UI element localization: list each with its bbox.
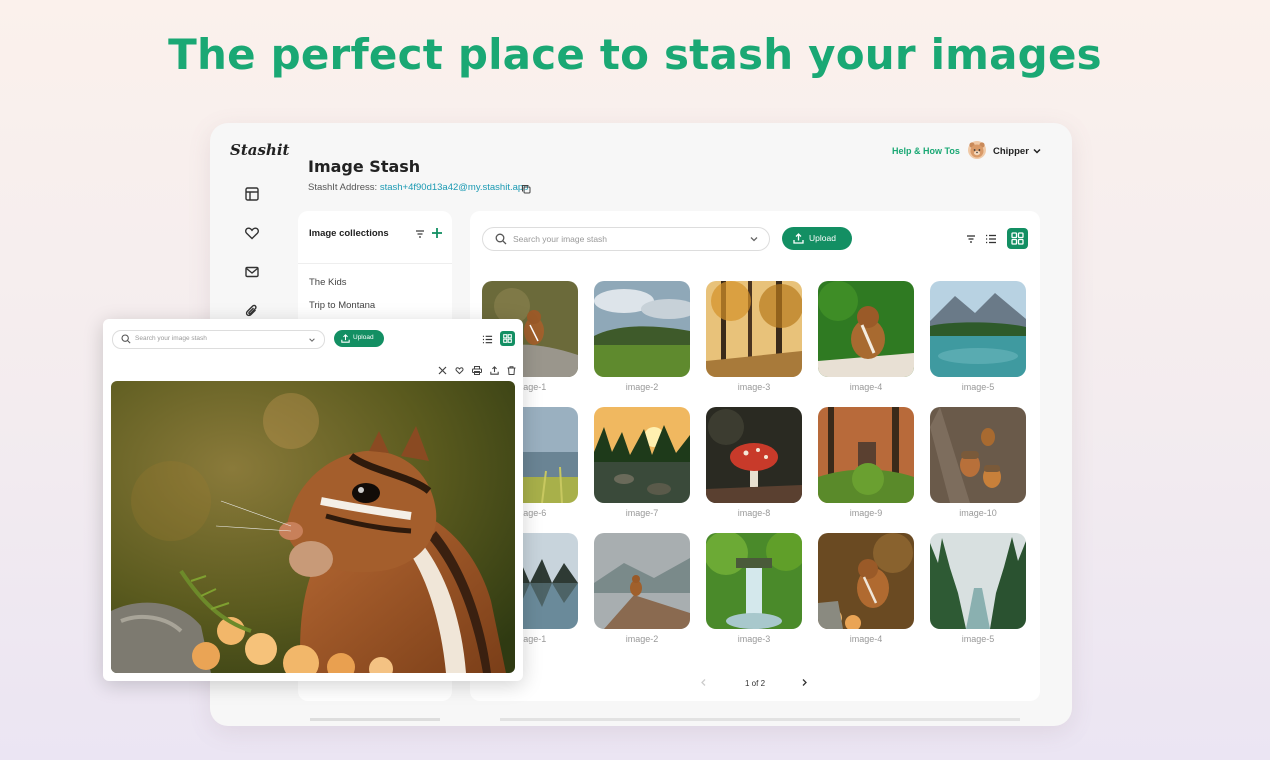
upload-icon <box>341 334 350 343</box>
image-thumbnail[interactable] <box>594 533 690 629</box>
app-logo[interactable]: Stashit <box>230 141 289 159</box>
grid-view-icon <box>1011 232 1024 245</box>
image-thumbnail[interactable] <box>594 281 690 377</box>
print-icon[interactable] <box>472 366 482 375</box>
image-label: image-2 <box>625 382 659 392</box>
chipmunk-closeup-image <box>111 381 515 673</box>
waterfall-image <box>706 533 802 629</box>
chipmunk-green-image <box>818 281 914 377</box>
autumn-forest-image <box>706 281 802 377</box>
search-icon <box>495 233 507 245</box>
selected-image[interactable] <box>111 381 515 673</box>
sort-icon[interactable] <box>966 234 976 244</box>
mushroom-image <box>706 407 802 503</box>
image-label: image-2 <box>625 634 659 644</box>
collection-item[interactable]: The Kids <box>309 277 347 288</box>
image-label: image-7 <box>625 508 659 518</box>
grid-view-icon <box>503 334 512 343</box>
image-label: image-4 <box>849 634 883 644</box>
chevron-down-icon[interactable] <box>749 234 759 244</box>
upload-button[interactable]: Upload <box>782 227 852 250</box>
filter-icon[interactable] <box>415 229 425 239</box>
image-label: image-10 <box>959 508 997 518</box>
viewer-grid-view-button[interactable] <box>500 331 515 346</box>
image-label: image-9 <box>849 508 883 518</box>
search-icon <box>121 334 131 344</box>
image-thumbnail[interactable] <box>706 281 802 377</box>
divider <box>298 263 452 264</box>
share-icon[interactable] <box>490 366 499 375</box>
collections-title: Image collections <box>309 228 389 239</box>
chevron-down-icon[interactable] <box>308 336 316 344</box>
mossy-forest-image <box>818 407 914 503</box>
image-thumbnail[interactable] <box>594 407 690 503</box>
image-thumbnail[interactable] <box>930 281 1026 377</box>
help-link[interactable]: Help & How Tos <box>892 146 960 156</box>
viewer-search-input[interactable]: Search your image stash <box>112 330 325 349</box>
image-thumbnail[interactable] <box>930 533 1026 629</box>
mountain-lake-image <box>930 281 1026 377</box>
gallery-panel: Search your image stash Upload image-1 im… <box>470 211 1040 701</box>
search-placeholder: Search your image stash <box>513 234 608 244</box>
stash-address: StashIt Address: stash+4f90d13a42@my.sta… <box>308 182 528 193</box>
copy-icon[interactable] <box>521 184 531 194</box>
image-thumbnail[interactable] <box>818 533 914 629</box>
chevron-right-icon[interactable] <box>800 678 809 687</box>
grid-view-button[interactable] <box>1007 228 1028 249</box>
stash-address-label: StashIt Address: <box>308 182 380 193</box>
image-thumbnail[interactable] <box>818 407 914 503</box>
meadow-image <box>594 281 690 377</box>
viewer-upload-label: Upload <box>353 334 374 341</box>
layout-icon[interactable] <box>244 186 260 202</box>
mail-icon[interactable] <box>244 264 260 280</box>
chevron-down-icon[interactable] <box>1032 146 1042 156</box>
acorns-image <box>930 407 1026 503</box>
heart-icon[interactable] <box>244 225 260 241</box>
chevron-left-icon[interactable] <box>699 678 708 687</box>
viewer-search-placeholder: Search your image stash <box>135 335 207 342</box>
search-input[interactable]: Search your image stash <box>482 227 770 251</box>
page-title: Image Stash <box>308 157 421 176</box>
list-view-icon[interactable] <box>985 233 997 245</box>
viewer-upload-button[interactable]: Upload <box>334 330 384 347</box>
add-collection-icon[interactable] <box>431 227 443 239</box>
pagination-text: 1 of 2 <box>745 679 766 688</box>
image-label: image-5 <box>961 634 995 644</box>
list-view-icon[interactable] <box>482 334 493 345</box>
trash-icon[interactable] <box>507 366 516 375</box>
image-label: image-8 <box>737 508 771 518</box>
avatar[interactable] <box>968 141 986 159</box>
image-thumbnail[interactable] <box>706 407 802 503</box>
heart-icon[interactable] <box>455 366 464 375</box>
paperclip-icon[interactable] <box>244 303 260 319</box>
stash-address-value[interactable]: stash+4f90d13a42@my.stashit.app <box>380 182 529 193</box>
image-label: image-3 <box>737 382 771 392</box>
forest-river-image <box>930 533 1026 629</box>
upload-label: Upload <box>809 233 836 243</box>
image-thumbnail[interactable] <box>818 281 914 377</box>
chipmunk-log-image <box>594 533 690 629</box>
user-name[interactable]: Chipper <box>993 146 1029 157</box>
image-label: image-4 <box>849 382 883 392</box>
image-thumbnail[interactable] <box>706 533 802 629</box>
river-sunset-image <box>594 407 690 503</box>
image-thumbnail[interactable] <box>930 407 1026 503</box>
image-label: image-5 <box>961 382 995 392</box>
hero-headline: The perfect place to stash your images <box>168 30 1102 79</box>
upload-icon <box>793 233 804 244</box>
bear-avatar-icon <box>969 142 985 158</box>
image-label: image-3 <box>737 634 771 644</box>
image-viewer: Search your image stash Upload <box>103 319 523 681</box>
collection-item[interactable]: Trip to Montana <box>309 300 375 311</box>
close-icon[interactable] <box>438 366 447 375</box>
chipmunk-autumn-image <box>818 533 914 629</box>
